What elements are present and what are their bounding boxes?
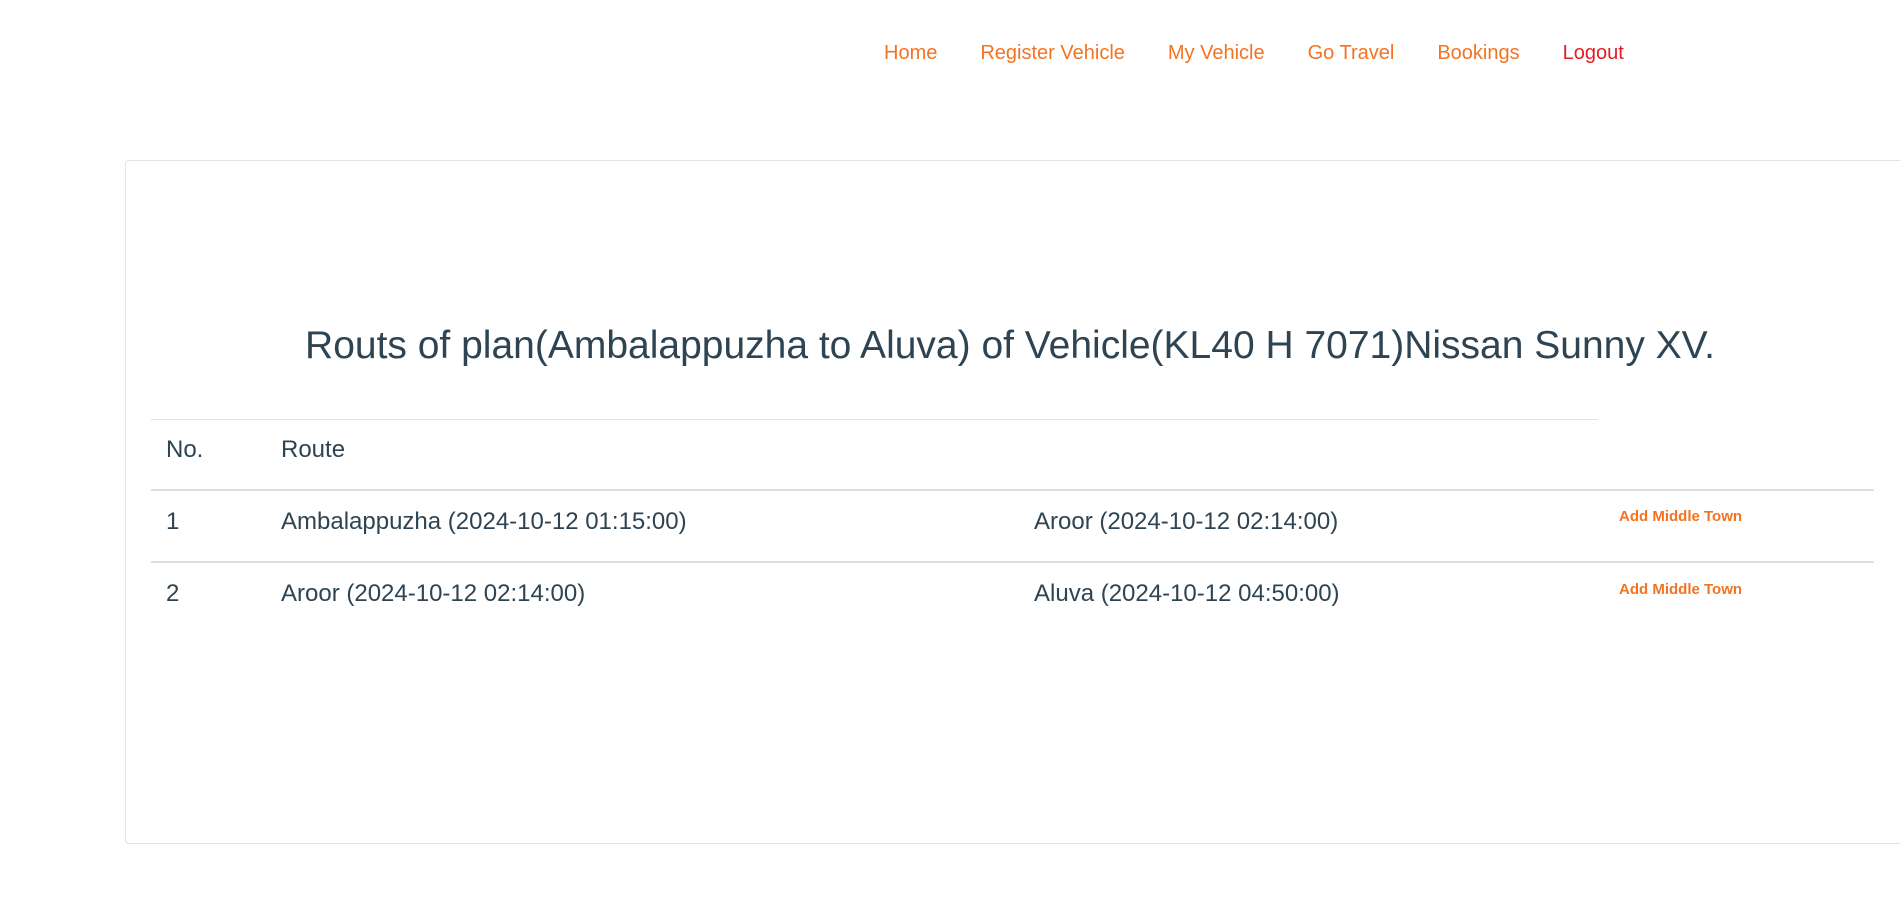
table-top-divider: [151, 419, 1598, 420]
top-navigation: Home Register Vehicle My Vehicle Go Trav…: [0, 0, 1900, 110]
nav-menu: Home Register Vehicle My Vehicle Go Trav…: [884, 41, 1624, 65]
table-row-divider: [151, 561, 1874, 563]
table-header-divider: [151, 489, 1874, 491]
route-from: Aroor (2024-10-12 02:14:00): [281, 580, 586, 607]
add-middle-town-link[interactable]: Add Middle Town: [1619, 580, 1742, 600]
nav-logout-link[interactable]: Logout: [1563, 41, 1624, 65]
nav-register-vehicle-link[interactable]: Register Vehicle: [980, 41, 1125, 65]
column-header-route: Route: [281, 436, 346, 463]
row-number: 2: [166, 580, 180, 607]
add-middle-town-link[interactable]: Add Middle Town: [1619, 507, 1742, 527]
page-title: Routs of plan(Ambalappuzha to Aluva) of …: [305, 324, 1715, 367]
nav-my-vehicle-link[interactable]: My Vehicle: [1168, 41, 1265, 65]
column-header-no: No.: [166, 436, 204, 463]
row-number: 1: [166, 508, 180, 535]
routes-card: [125, 160, 1900, 844]
route-to: Aroor (2024-10-12 02:14:00): [1034, 508, 1339, 535]
route-from: Ambalappuzha (2024-10-12 01:15:00): [281, 508, 687, 535]
nav-bookings-link[interactable]: Bookings: [1437, 41, 1519, 65]
route-to: Aluva (2024-10-12 04:50:00): [1034, 580, 1340, 607]
nav-go-travel-link[interactable]: Go Travel: [1308, 41, 1395, 65]
nav-home-link[interactable]: Home: [884, 41, 937, 65]
